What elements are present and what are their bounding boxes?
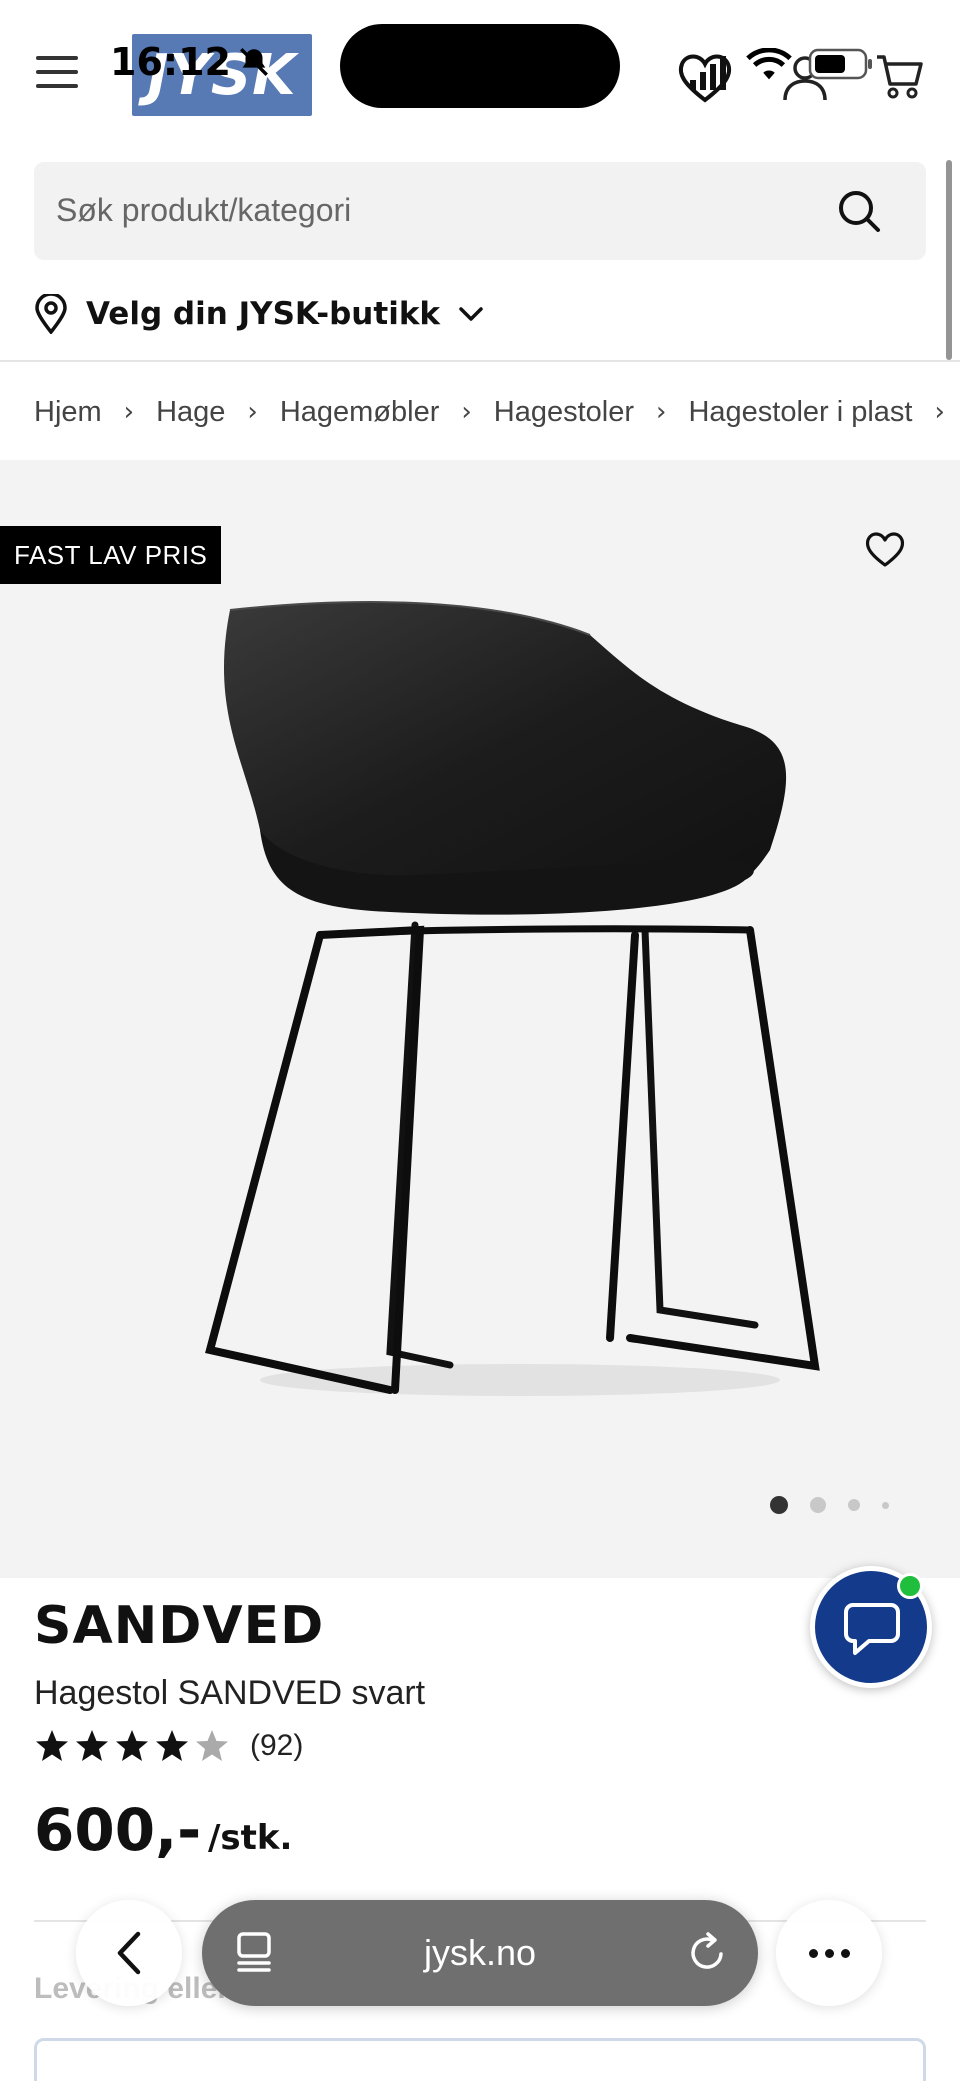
store-picker[interactable]: Velg din JYSK-butikk (34, 286, 484, 342)
breadcrumb-item-hagemobler[interactable]: Hagemøbler (280, 396, 440, 429)
search-icon[interactable] (836, 188, 882, 234)
gallery-dot[interactable] (810, 1497, 826, 1513)
heart-icon[interactable] (864, 530, 906, 568)
chat-bubble-icon (844, 1603, 900, 1655)
review-count[interactable]: (92) (250, 1729, 303, 1763)
breadcrumb: Hjem › Hage › Hagemøbler › Hagestoler › … (34, 392, 960, 432)
bell-muted-icon (240, 48, 268, 76)
chevron-down-icon (459, 307, 483, 321)
store-picker-label: Velg din JYSK-butikk (86, 296, 441, 332)
ellipsis-dot (824, 1948, 834, 1958)
gallery-dot[interactable] (848, 1499, 860, 1511)
breadcrumb-separator: › (247, 397, 258, 427)
search-input[interactable]: Søk produkt/kategori (56, 192, 351, 229)
more-options-button[interactable] (776, 1900, 882, 2006)
product-price: 600,- (34, 1796, 202, 1864)
browser-address-bar[interactable]: jysk.no (202, 1900, 758, 2006)
gallery-pagination (770, 1496, 889, 1514)
star-rating-icon (36, 1730, 228, 1761)
gallery-dot-active[interactable] (770, 1496, 788, 1514)
menu-button[interactable] (36, 56, 84, 96)
product-gallery[interactable]: FAST LAV PRIS (0, 460, 960, 1578)
breadcrumb-separator: › (934, 397, 945, 427)
ellipsis-dot (840, 1948, 850, 1958)
dynamic-island (340, 24, 620, 108)
ellipsis-dot (808, 1948, 818, 1958)
breadcrumb-item-hage[interactable]: Hage (156, 396, 225, 429)
online-indicator (897, 1573, 923, 1599)
gallery-dot[interactable] (882, 1501, 889, 1509)
cart-icon[interactable] (874, 52, 924, 100)
browser-back-button[interactable] (76, 1900, 182, 2006)
breadcrumb-separator: › (461, 397, 472, 427)
breadcrumb-item-hagestoler[interactable]: Hagestoler (494, 396, 634, 429)
url-text[interactable]: jysk.no (202, 1932, 758, 1974)
menu-bar (36, 84, 78, 88)
breadcrumb-item-hagestoler-i-plast[interactable]: Hagestoler i plast (688, 396, 912, 429)
search-bar[interactable]: Søk produkt/kategori (34, 162, 926, 260)
chat-button[interactable] (810, 1566, 932, 1688)
price-unit: /stk. (208, 1818, 293, 1858)
breadcrumb-item-hjem[interactable]: Hjem (34, 396, 102, 429)
wishlist-header-icon[interactable] (676, 50, 734, 104)
delivery-option-box[interactable] (34, 2038, 926, 2081)
menu-bar (36, 70, 78, 74)
menu-bar (36, 56, 78, 60)
chair-product-image (205, 601, 820, 1396)
header-divider (0, 360, 960, 362)
site-header: JYSK 16:12 (0, 0, 960, 150)
location-pin-icon (35, 294, 67, 334)
status-time: 16:12 (110, 40, 271, 84)
product-rating[interactable]: (92) (34, 1728, 303, 1764)
breadcrumb-separator: › (123, 397, 135, 427)
product-name: Hagestol SANDVED svart (34, 1674, 426, 1712)
fast-lav-pris-badge: FAST LAV PRIS (0, 526, 222, 584)
chevron-left-icon (117, 1931, 141, 1975)
product-brand: SANDVED (34, 1596, 325, 1656)
time-text: 16:12 (110, 40, 231, 84)
page-scrollbar[interactable] (946, 160, 952, 360)
reload-icon[interactable] (688, 1930, 728, 1974)
breadcrumb-separator: › (656, 397, 667, 427)
battery-icon (808, 48, 872, 80)
